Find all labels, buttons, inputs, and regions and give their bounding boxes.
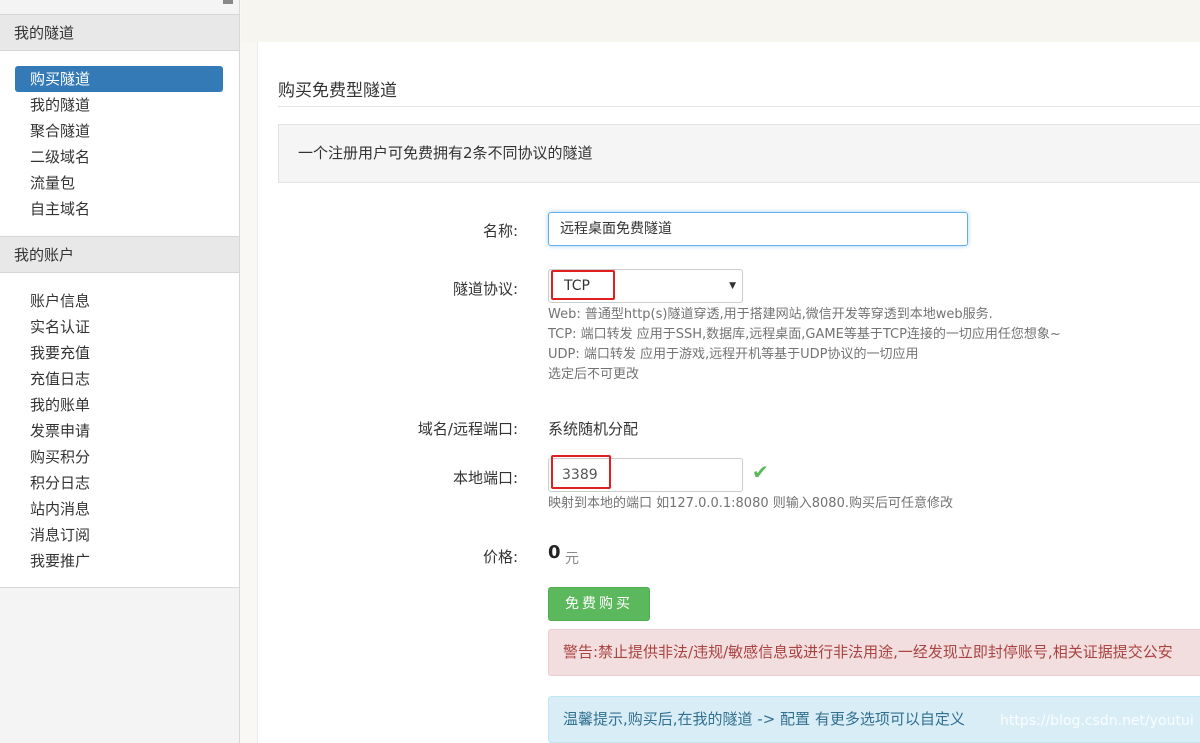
sidebar-item-real-name[interactable]: 实名认证 xyxy=(15,314,223,340)
name-input-value: 远程桌面免费隧道 xyxy=(560,221,672,237)
title-divider xyxy=(278,106,1200,107)
sidebar-item-account-info[interactable]: 账户信息 xyxy=(15,288,223,314)
sidebar-top-strip xyxy=(0,0,239,14)
name-input[interactable]: 远程桌面免费隧道 xyxy=(548,212,968,246)
sidebar-item-promote[interactable]: 我要推广 xyxy=(15,548,223,574)
sidebar-item-invoice[interactable]: 发票申请 xyxy=(15,418,223,444)
sidebar-list-account: 账户信息 实名认证 我要充值 充值日志 我的账单 发票申请 购买积分 积分日志 … xyxy=(0,273,239,587)
sidebar-heading-tunnels: 我的隧道 xyxy=(0,14,239,51)
sidebar-item-subdomain[interactable]: 二级域名 xyxy=(15,144,223,170)
domain-label: 域名/远程端口: xyxy=(417,420,518,438)
sidebar-bottom xyxy=(0,587,239,742)
sidebar-item-bills[interactable]: 我的账单 xyxy=(15,392,223,418)
local-port-help: 映射到本地的端口 如127.0.0.1:8080 则输入8080.购买后可任意修… xyxy=(548,496,953,511)
info-box: 一个注册用户可免费拥有2条不同协议的隧道 xyxy=(278,124,1200,183)
sidebar-item-traffic-pack[interactable]: 流量包 xyxy=(15,170,223,196)
sidebar-item-my-tunnels[interactable]: 我的隧道 xyxy=(15,92,223,118)
sidebar-list-tunnels: 购买隧道 我的隧道 聚合隧道 二级域名 流量包 自主域名 xyxy=(0,51,239,236)
name-label: 名称: xyxy=(482,222,518,240)
free-buy-button[interactable]: 免费购买 xyxy=(548,587,650,621)
sidebar-item-aggregate-tunnels[interactable]: 聚合隧道 xyxy=(15,118,223,144)
main-top-strip xyxy=(241,0,1200,42)
sidebar-item-custom-domain[interactable]: 自主域名 xyxy=(15,196,223,222)
protocol-help-note: 选定后不可更改 xyxy=(548,367,640,382)
sidebar-item-buy-points[interactable]: 购买积分 xyxy=(15,444,223,470)
page-title: 购买免费型隧道 xyxy=(278,81,397,101)
highlight-box-port xyxy=(551,455,611,489)
local-port-label: 本地端口: xyxy=(452,469,518,487)
protocol-help-udp: UDP: 端口转发 应用于游戏,远程开机等基于UDP协议的一切应用 xyxy=(548,347,919,362)
price-unit: 元 xyxy=(565,551,579,567)
domain-value: 系统随机分配 xyxy=(548,420,639,438)
sidebar-item-recharge[interactable]: 我要充值 xyxy=(15,340,223,366)
protocol-label: 隧道协议: xyxy=(452,280,518,298)
watermark: https://blog.csdn.net/youtui xyxy=(1000,713,1194,729)
sidebar-heading-account: 我的账户 xyxy=(0,236,239,273)
warning-alert: 警告:禁止提供非法/违规/敏感信息或进行非法用途,一经发现立即封停账号,相关证据… xyxy=(548,629,1200,676)
highlight-box-protocol xyxy=(551,270,615,300)
sidebar-item-buy-tunnel[interactable]: 购买隧道 xyxy=(15,66,223,92)
content-panel: 购买免费型隧道 一个注册用户可免费拥有2条不同协议的隧道 名称: 远程桌面免费隧… xyxy=(257,42,1200,743)
check-icon: ✔ xyxy=(752,460,769,484)
price-value: 0 xyxy=(548,542,561,563)
sidebar-item-messages[interactable]: 站内消息 xyxy=(15,496,223,522)
protocol-help-web: Web: 普通型http(s)隧道穿透,用于搭建网站,微信开发等穿透到本地web… xyxy=(548,307,993,322)
sidebar-item-recharge-log[interactable]: 充值日志 xyxy=(15,366,223,392)
sidebar-item-points-log[interactable]: 积分日志 xyxy=(15,470,223,496)
sidebar-item-subscriptions[interactable]: 消息订阅 xyxy=(15,522,223,548)
caret-down-icon: ▼ xyxy=(729,281,736,291)
price-label: 价格: xyxy=(482,548,518,566)
sidebar: 我的隧道 购买隧道 我的隧道 聚合隧道 二级域名 流量包 自主域名 我的账户 账… xyxy=(0,0,240,743)
scroll-handle[interactable] xyxy=(223,0,233,4)
protocol-help-tcp: TCP: 端口转发 应用于SSH,数据库,远程桌面,GAME等基于TCP连接的一… xyxy=(548,327,1061,342)
